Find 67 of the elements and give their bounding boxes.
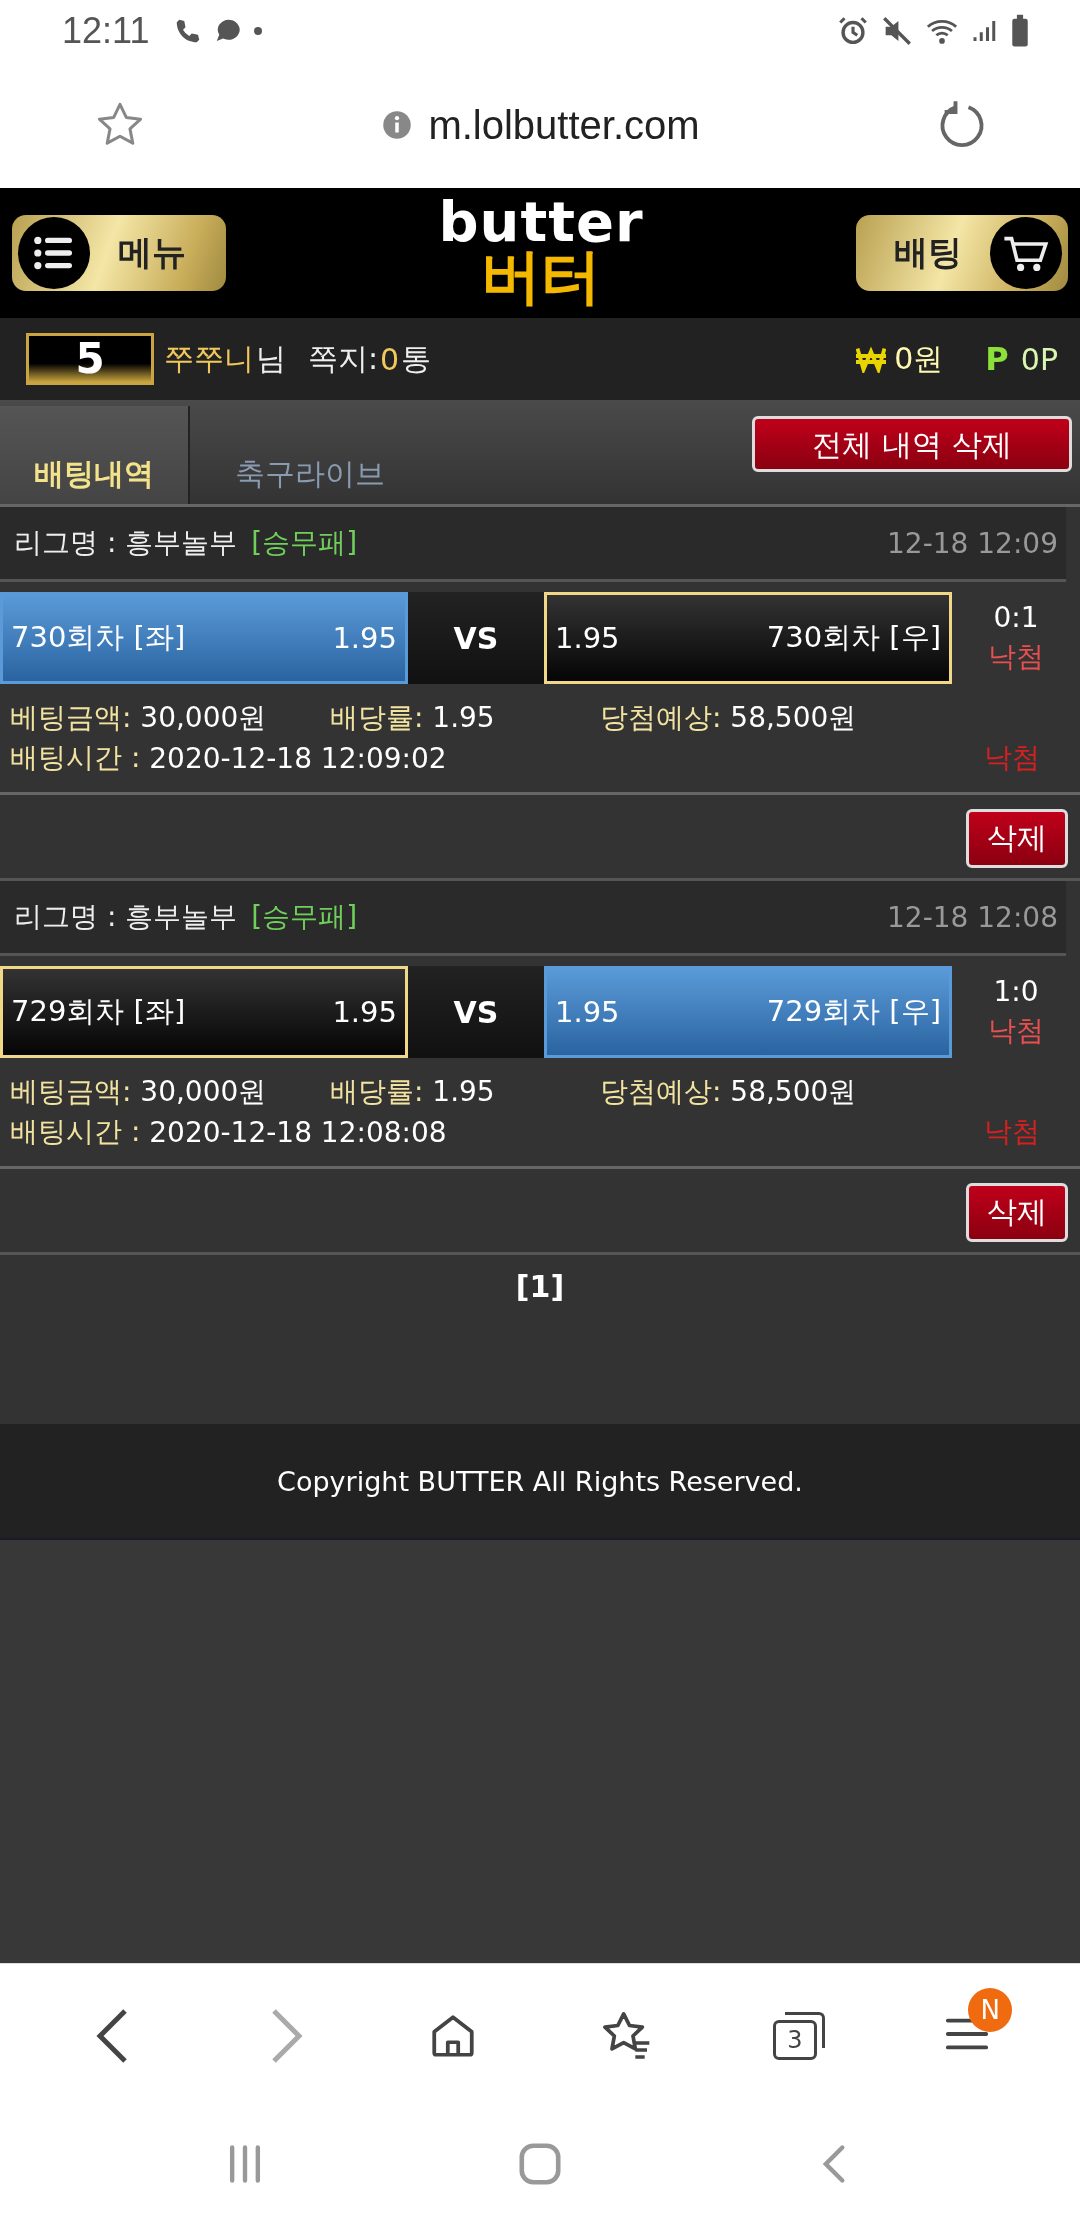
odds-rate: 1.95 [432,701,495,734]
delete-button[interactable]: 삭제 [966,809,1068,868]
dot-icon [253,26,264,36]
versus-label: VS [408,966,544,1058]
amount-label: 베팅금액: [10,1075,132,1108]
copyright: Copyright BUTTER All Rights Reserved. [277,1465,803,1497]
notification-badge: N [968,1988,1013,2032]
home-button-icon[interactable] [517,2141,563,2187]
odds: 1.95 [555,621,620,655]
expected-win: 58,500원 [730,1075,857,1108]
time-label: 배팅시간 : [10,740,141,776]
bet-slip-button[interactable]: 배팅 [856,215,1068,291]
league-name: 리그명 : 흥부놀부 [14,899,238,935]
result: 낙첨 [988,638,1044,675]
odds: 1.95 [555,995,620,1029]
messages-count[interactable]: 0 [380,341,400,377]
expected-label: 당첨예상: [600,701,722,734]
expected-label: 당첨예상: [600,1075,722,1108]
odds: 1.95 [332,995,397,1029]
rate-label: 배당률: [330,701,424,734]
rate-label: 배당률: [330,1075,424,1108]
time-label: 배팅시간 : [10,1114,141,1150]
nickname: 쭈쭈니 [164,339,254,378]
match-date: 12-18 12:09 [887,526,1058,560]
points-amount: 0P [1020,341,1058,377]
odds: 1.95 [332,621,397,655]
team-name: 729회차 [우] [766,993,941,1030]
delete-button[interactable]: 삭제 [966,1183,1068,1242]
url-text[interactable]: m.lolbutter.com [428,102,700,148]
tab[interactable]: 축구라이브 [190,406,430,504]
messages-label[interactable]: 쪽지: [308,338,379,380]
team-name: 729회차 [좌] [11,993,186,1030]
points-label: P [985,340,1009,378]
match-date: 12-18 12:08 [887,900,1058,934]
result: 낙첨 [988,1012,1044,1049]
odds-rate: 1.95 [432,1075,495,1108]
status-time: 12:11 [62,10,150,52]
page-link[interactable]: [1] [515,1269,565,1304]
level-badge: 5 [26,333,154,385]
cart-icon [990,217,1062,289]
bet-time: 2020-12-18 12:08:08 [149,1115,447,1149]
bet-amount: 30,000원 [140,701,267,734]
team-name: 730회차 [우] [766,619,941,656]
market-type: [승무패] [251,899,358,935]
tab[interactable]: 배팅내역 [0,406,190,504]
won-icon [856,345,887,373]
list-icon [18,217,90,289]
bet-status: 낙첨 [984,1114,1040,1150]
nickname-suffix: 님 [256,339,286,378]
bet-amount: 30,000원 [140,1075,267,1108]
messages-unit: 통 [401,339,432,378]
score: 1:0 [993,974,1039,1008]
money-amount: 0원 [894,339,944,378]
mute-icon [880,14,914,48]
expected-win: 58,500원 [730,701,857,734]
score: 0:1 [993,600,1039,634]
info-icon[interactable] [382,110,413,140]
team-name: 730회차 [좌] [11,619,186,656]
menu-button[interactable]: 메뉴 [12,215,226,291]
delete-all-button[interactable]: 전체 내역 삭제 [752,416,1072,472]
battery-icon [1010,14,1030,48]
market-type: [승무패] [251,525,358,561]
league-name: 리그명 : 흥부놀부 [14,525,238,561]
bet-time: 2020-12-18 12:09:02 [149,741,447,775]
versus-label: VS [408,592,544,684]
amount-label: 베팅금액: [10,701,132,734]
bet-status: 낙첨 [984,740,1040,776]
